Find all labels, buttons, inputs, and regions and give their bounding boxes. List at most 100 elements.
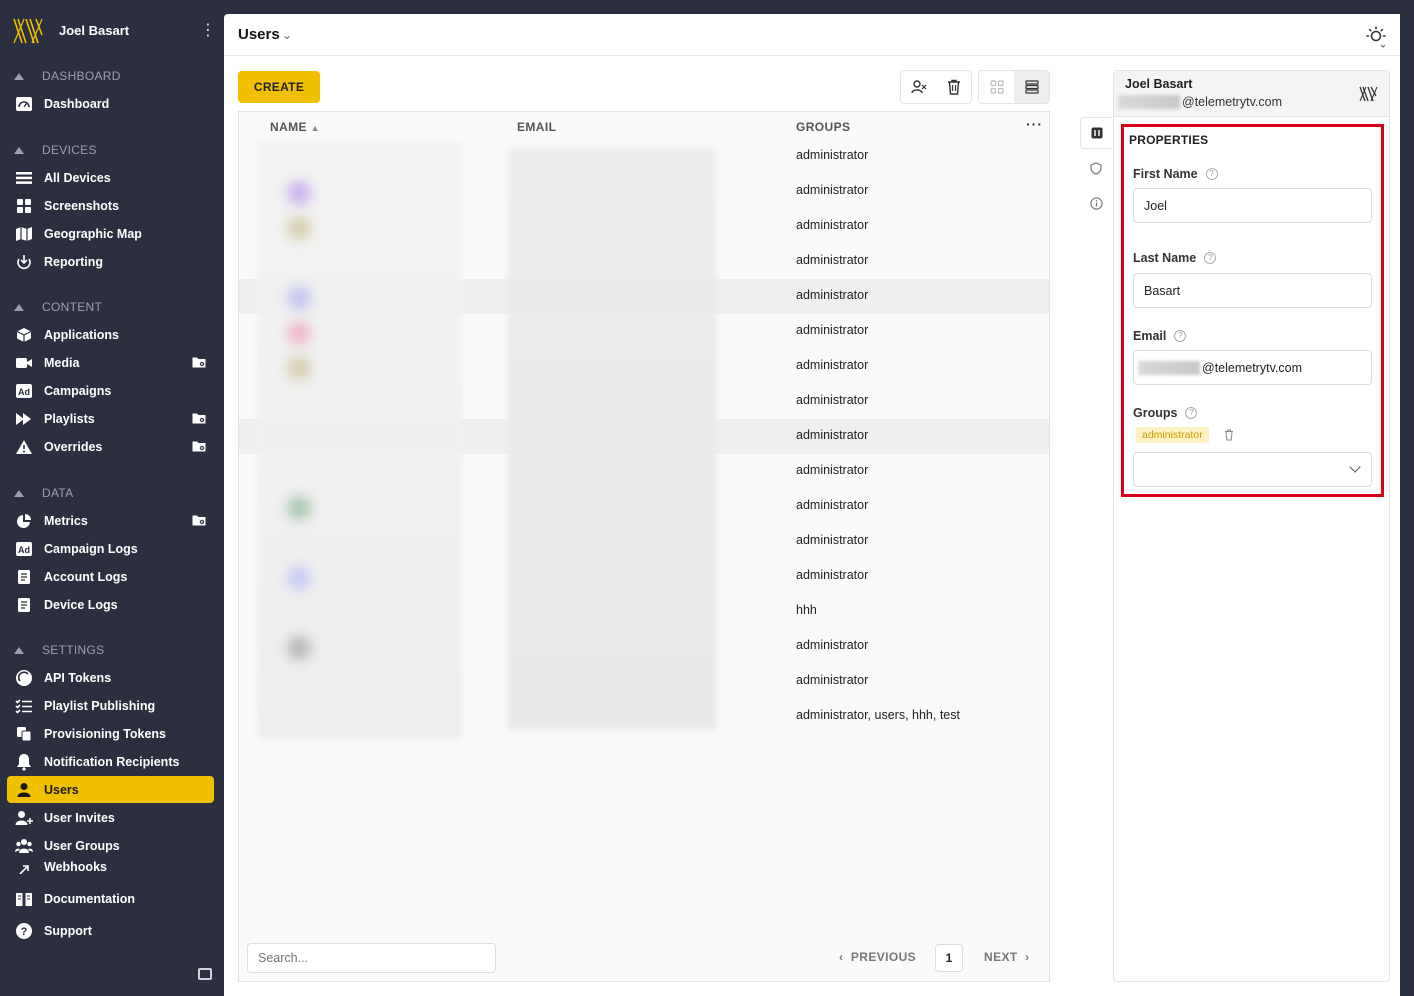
cube-icon bbox=[14, 325, 34, 345]
groups-select[interactable] bbox=[1133, 452, 1372, 487]
sidebar-item-applications[interactable]: Applications bbox=[7, 321, 214, 348]
sidebar-item-device-logs[interactable]: Device Logs bbox=[7, 591, 214, 618]
sidebar-item-geographic-map[interactable]: Geographic Map bbox=[7, 220, 214, 247]
sidebar-item-users[interactable]: Users bbox=[7, 776, 214, 803]
sidebar-item-label: All Devices bbox=[44, 170, 111, 185]
sidebar-item-label: Support bbox=[44, 923, 92, 938]
trash-icon[interactable] bbox=[1224, 429, 1234, 441]
grid-view-icon bbox=[989, 80, 1004, 94]
properties-section: PROPERTIES First Name? Joel Last Name? B… bbox=[1121, 124, 1384, 497]
row-groups: hhh bbox=[796, 603, 817, 617]
column-header-name[interactable]: NAME ▲ bbox=[270, 120, 320, 134]
current-user-name[interactable]: Joel Basart bbox=[59, 23, 129, 38]
help-icon[interactable]: ? bbox=[1205, 168, 1218, 180]
properties-icon bbox=[1091, 127, 1102, 139]
avatar bbox=[287, 356, 311, 380]
sidebar-item-media[interactable]: Media bbox=[7, 349, 214, 376]
user-edit-icon bbox=[910, 80, 926, 94]
column-header-email[interactable]: EMAIL bbox=[517, 120, 556, 134]
sidebar-item-support[interactable]: ? Support bbox=[7, 917, 214, 944]
sidebar-item-campaigns[interactable]: Ad Campaigns bbox=[7, 377, 214, 404]
more-options-icon[interactable]: ··· bbox=[1026, 116, 1043, 132]
users-icon bbox=[14, 836, 34, 856]
page-title[interactable]: Users bbox=[238, 26, 280, 43]
list-view-button[interactable] bbox=[1014, 71, 1049, 103]
add-folder-icon[interactable] bbox=[192, 412, 206, 424]
shield-icon bbox=[1090, 161, 1102, 175]
grid-icon bbox=[14, 196, 34, 216]
sidebar-item-provisioning-tokens[interactable]: Provisioning Tokens bbox=[7, 720, 214, 747]
sidebar-section-dashboard[interactable]: DASHBOARD bbox=[14, 66, 121, 86]
email-label: Email? bbox=[1133, 329, 1187, 343]
email-field[interactable]: @telemetrytv.com bbox=[1133, 350, 1372, 385]
sidebar-item-playlists[interactable]: Playlists bbox=[7, 405, 214, 432]
telemetry-logo-icon[interactable] bbox=[1358, 84, 1378, 104]
token-icon bbox=[14, 668, 34, 688]
chevron-down-icon[interactable]: ⌄ bbox=[282, 28, 292, 42]
pie-icon bbox=[14, 511, 34, 531]
sidebar-item-screenshots[interactable]: Screenshots bbox=[7, 192, 214, 219]
sidebar-item-dashboard[interactable]: Dashboard bbox=[7, 90, 214, 117]
collapse-triangle-icon bbox=[14, 72, 24, 80]
collapse-sidebar-icon[interactable] bbox=[198, 968, 212, 980]
sidebar-item-all-devices[interactable]: All Devices bbox=[7, 164, 214, 191]
tab-properties[interactable] bbox=[1080, 117, 1112, 149]
info-icon bbox=[1089, 196, 1103, 210]
sidebar-item-label: Documentation bbox=[44, 891, 135, 906]
sidebar-item-label: User Groups bbox=[44, 838, 120, 853]
sidebar-item-account-logs[interactable]: Account Logs bbox=[7, 563, 214, 590]
sidebar-section-data[interactable]: DATA bbox=[14, 483, 73, 503]
sidebar-item-playlist-publishing[interactable]: Playlist Publishing bbox=[7, 692, 214, 719]
current-page[interactable]: 1 bbox=[935, 944, 963, 972]
sidebar-item-campaign-logs[interactable]: Ad Campaign Logs bbox=[7, 535, 214, 562]
sidebar-item-documentation[interactable]: Documentation bbox=[7, 885, 214, 912]
sidebar-section-settings[interactable]: SETTINGS bbox=[14, 640, 104, 660]
avatar bbox=[287, 636, 311, 660]
sidebar-item-webhooks[interactable]: Webhooks bbox=[7, 860, 214, 874]
edit-user-button[interactable] bbox=[901, 71, 936, 103]
sidebar-item-notification-recipients[interactable]: Notification Recipients bbox=[7, 748, 214, 775]
search-input[interactable] bbox=[247, 943, 496, 973]
group-tag: administrator bbox=[1136, 427, 1209, 443]
add-folder-icon[interactable] bbox=[192, 514, 206, 526]
sidebar-item-metrics[interactable]: Metrics bbox=[7, 507, 214, 534]
sidebar-item-user-groups[interactable]: User Groups bbox=[7, 832, 214, 859]
sidebar-section-devices[interactable]: DEVICES bbox=[14, 140, 97, 160]
help-icon[interactable]: ? bbox=[1185, 407, 1198, 419]
column-header-groups[interactable]: GROUPS bbox=[796, 120, 850, 134]
chevron-down-icon bbox=[1349, 461, 1361, 473]
sidebar-item-label: Screenshots bbox=[44, 198, 120, 213]
sidebar-item-user-invites[interactable]: User Invites bbox=[7, 804, 214, 831]
avatar bbox=[287, 216, 311, 240]
redacted-email-prefix bbox=[1138, 360, 1200, 375]
avatar bbox=[287, 286, 311, 310]
create-button[interactable]: CREATE bbox=[238, 71, 320, 103]
bell-icon bbox=[14, 752, 34, 772]
sidebar-item-reporting[interactable]: Reporting bbox=[7, 248, 214, 275]
tab-permissions[interactable] bbox=[1080, 152, 1112, 184]
sidebar-item-overrides[interactable]: Overrides bbox=[7, 433, 214, 460]
row-groups: administrator, users, hhh, test bbox=[796, 708, 960, 722]
telemetry-logo-icon[interactable] bbox=[12, 15, 44, 47]
tab-info[interactable] bbox=[1080, 187, 1112, 219]
previous-page-button[interactable]: ‹ PREVIOUS bbox=[839, 950, 916, 964]
grid-view-button[interactable] bbox=[979, 71, 1014, 103]
list-view-icon bbox=[1024, 80, 1039, 94]
sidebar-item-label: Media bbox=[44, 355, 80, 370]
last-name-field[interactable]: Basart bbox=[1133, 273, 1372, 308]
sidebar-section-content[interactable]: CONTENT bbox=[14, 297, 102, 317]
add-folder-icon[interactable] bbox=[192, 356, 206, 368]
theme-toggle-icon[interactable] bbox=[1364, 25, 1388, 49]
sidebar-item-label: Metrics bbox=[44, 513, 88, 528]
add-folder-icon[interactable] bbox=[192, 440, 206, 452]
panel-user-email: @telemetrytv.com bbox=[1118, 95, 1282, 109]
first-name-field[interactable]: Joel bbox=[1133, 188, 1372, 223]
sidebar-item-api-tokens[interactable]: API Tokens bbox=[7, 664, 214, 691]
row-groups: administrator bbox=[796, 428, 869, 442]
next-page-button[interactable]: NEXT › bbox=[984, 950, 1029, 964]
delete-user-button[interactable] bbox=[936, 71, 971, 103]
sidebar-item-label: Overrides bbox=[44, 439, 103, 454]
kebab-menu-icon[interactable]: ⋮ bbox=[200, 22, 216, 40]
help-icon[interactable]: ? bbox=[1204, 252, 1217, 264]
help-icon[interactable]: ? bbox=[1174, 330, 1187, 342]
